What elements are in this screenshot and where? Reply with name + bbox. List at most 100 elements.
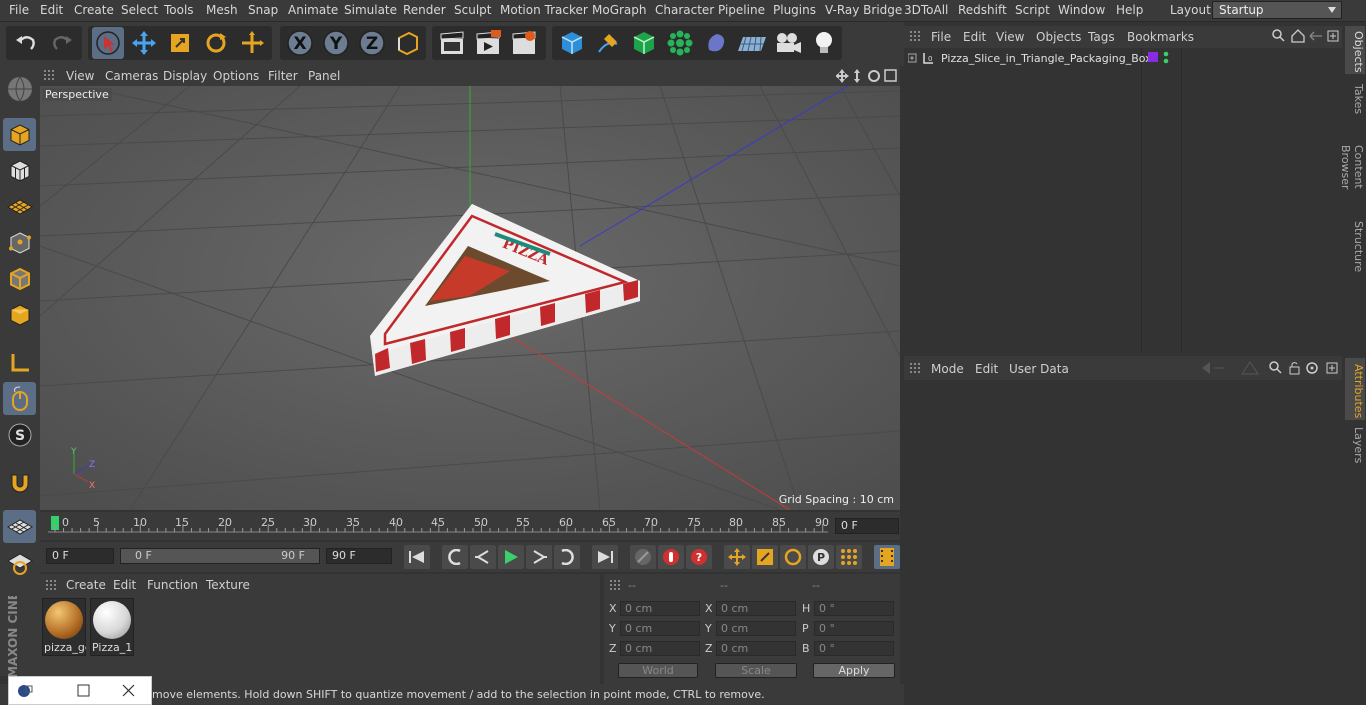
menu-window[interactable]: Window (1058, 3, 1105, 17)
coordinate-space-dropdown[interactable]: World (618, 663, 698, 678)
object-menu-view[interactable]: View (996, 30, 1024, 44)
menu-tools[interactable]: Tools (164, 3, 194, 17)
menu-edit[interactable]: Edit (40, 3, 63, 17)
timeline-window-button[interactable] (874, 545, 900, 569)
object-menu-file[interactable]: File (931, 30, 951, 44)
viewport-menu-view[interactable]: View (66, 69, 94, 83)
object-menu-tags[interactable]: Tags (1088, 30, 1115, 44)
workplane-mode-button[interactable] (3, 190, 36, 223)
tab-objects[interactable]: Objects (1345, 26, 1365, 74)
frame-range-slider[interactable]: 0 F 90 F (120, 548, 320, 564)
camera-button[interactable] (772, 27, 804, 59)
menu-script[interactable]: Script (1015, 3, 1050, 17)
cloner-button[interactable] (664, 27, 696, 59)
menu-redshift[interactable]: Redshift (958, 3, 1007, 17)
points-mode-button[interactable] (3, 226, 36, 259)
key-pla-button[interactable] (836, 545, 862, 569)
end-frame-field[interactable]: 90 F (326, 548, 392, 564)
menu-vray-bridge[interactable]: V-Ray Bridge (825, 3, 902, 17)
viewport-menu-filter[interactable]: Filter (268, 69, 298, 83)
tab-layers[interactable]: Layers (1345, 424, 1365, 464)
menu-file[interactable]: File (9, 3, 29, 17)
texture-mode-button[interactable] (3, 154, 36, 187)
record-active-button[interactable] (658, 545, 684, 569)
workplane-lock-button[interactable] (3, 510, 36, 543)
next-key-button[interactable] (554, 545, 580, 569)
pos-z-field[interactable]: 0 cm (620, 641, 700, 656)
menu-plugins[interactable]: Plugins (773, 3, 816, 17)
edges-mode-button[interactable] (3, 262, 36, 295)
attribute-menu-user-data[interactable]: User Data (1009, 362, 1069, 376)
pen-spline-button[interactable] (592, 27, 624, 59)
menu-motion-tracker[interactable]: Motion Tracker (500, 3, 588, 17)
attribute-menu-edit[interactable]: Edit (975, 362, 998, 376)
previous-frame-button[interactable] (470, 545, 496, 569)
axis-mode-button[interactable] (3, 346, 36, 379)
magnet-button[interactable] (3, 466, 36, 499)
menu-mesh[interactable]: Mesh (206, 3, 238, 17)
timeline-ruler[interactable]: 0 5 10 15 20 25 30 35 40 45 50 55 60 65 … (40, 512, 900, 540)
go-to-end-button[interactable] (592, 545, 618, 569)
key-scale-button[interactable] (752, 545, 778, 569)
rotate-tool-button[interactable] (200, 27, 232, 59)
x-axis-lock-button[interactable]: X (284, 27, 316, 59)
solo-button[interactable] (3, 546, 36, 579)
object-menu-objects[interactable]: Objects (1036, 30, 1081, 44)
autokey-button[interactable]: ? (686, 545, 712, 569)
object-menu-bookmarks[interactable]: Bookmarks (1127, 30, 1194, 44)
expand-null-icon[interactable]: 0 (908, 53, 938, 65)
polygons-mode-button[interactable] (3, 298, 36, 331)
next-frame-button[interactable] (526, 545, 552, 569)
key-position-button[interactable] (724, 545, 750, 569)
redo-button[interactable] (46, 27, 78, 59)
y-axis-lock-button[interactable]: Y (320, 27, 352, 59)
size-mode-dropdown[interactable]: Scale (715, 663, 797, 678)
object-name[interactable]: Pizza_Slice_in_Triangle_Packaging_Box (941, 52, 1152, 65)
snap-button[interactable]: S (3, 418, 36, 451)
close-icon[interactable] (122, 684, 136, 698)
render-settings-button[interactable] (508, 27, 540, 59)
attribute-menu-mode[interactable]: Mode (931, 362, 964, 376)
pos-y-field[interactable]: 0 cm (620, 621, 700, 636)
rot-b-field[interactable]: 0 ° (814, 641, 894, 656)
menu-pipeline[interactable]: Pipeline (718, 3, 765, 17)
menu-render[interactable]: Render (403, 3, 446, 17)
menu-sculpt[interactable]: Sculpt (454, 3, 491, 17)
menu-3dtoall[interactable]: 3DToAll (904, 3, 948, 17)
rot-h-field[interactable]: 0 ° (814, 601, 894, 616)
make-editable-button[interactable] (3, 72, 36, 105)
coordinate-system-button[interactable] (392, 27, 424, 59)
deformer-button[interactable] (700, 27, 732, 59)
subdivision-surface-button[interactable] (628, 27, 660, 59)
cube-object-button[interactable] (556, 27, 588, 59)
rot-p-field[interactable]: 0 ° (814, 621, 894, 636)
select-tool-button[interactable] (92, 27, 124, 59)
pos-x-field[interactable]: 0 cm (620, 601, 700, 616)
undo-button[interactable] (10, 27, 42, 59)
3d-viewport[interactable]: PIZZA Y Z X Perspective Grid Spacing : 1… (40, 86, 900, 510)
app-window-icon[interactable] (17, 684, 33, 698)
menu-simulate[interactable]: Simulate (344, 3, 397, 17)
render-view-button[interactable] (436, 27, 468, 59)
size-z-field[interactable]: 0 cm (716, 641, 796, 656)
floor-button[interactable] (736, 27, 768, 59)
apply-button[interactable]: Apply (813, 663, 895, 678)
light-button[interactable] (808, 27, 840, 59)
current-frame-field[interactable]: 0 F (835, 518, 899, 534)
object-menu-edit[interactable]: Edit (963, 30, 986, 44)
tab-content-browser[interactable]: Content Browser (1339, 122, 1365, 210)
tab-attributes[interactable]: Attributes (1345, 358, 1365, 420)
size-y-field[interactable]: 0 cm (716, 621, 796, 636)
transform-tool-button[interactable] (236, 27, 268, 59)
layout-dropdown[interactable]: Startup (1212, 1, 1342, 19)
model-mode-button[interactable] (3, 118, 36, 151)
motion-record-button[interactable] (630, 545, 656, 569)
key-parameter-button[interactable]: P (808, 545, 834, 569)
play-button[interactable] (498, 545, 524, 569)
menu-snap[interactable]: Snap (248, 3, 278, 17)
material-menu-function[interactable]: Function (147, 578, 198, 592)
tweak-mode-button[interactable] (3, 382, 36, 415)
go-to-start-button[interactable] (404, 545, 430, 569)
move-tool-button[interactable] (128, 27, 160, 59)
scale-tool-button[interactable] (164, 27, 196, 59)
